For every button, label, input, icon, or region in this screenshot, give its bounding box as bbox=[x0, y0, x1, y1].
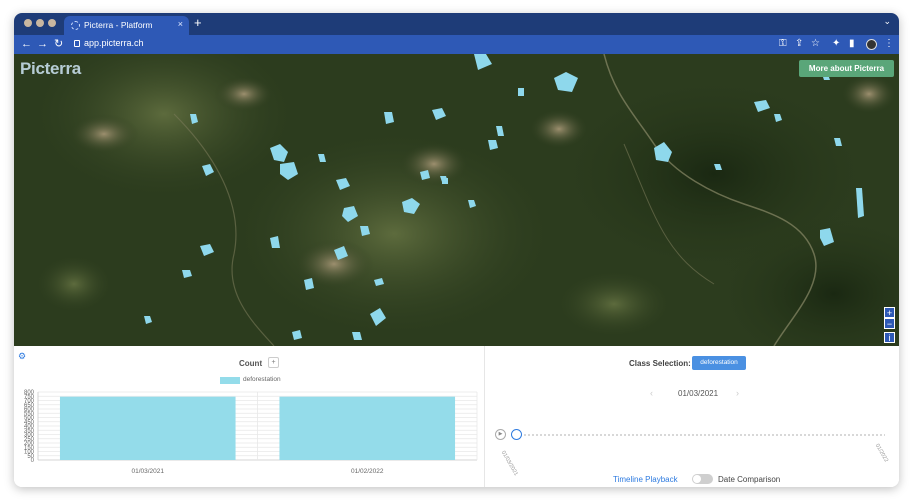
sidebar-icon[interactable]: ▮ bbox=[849, 38, 855, 50]
profile-avatar[interactable] bbox=[866, 39, 877, 50]
zoom-in-button[interactable]: + bbox=[884, 307, 895, 318]
forward-button[interactable]: → bbox=[37, 37, 48, 51]
browser-toolbar: ← → ↻ app.picterra.ch ⚿ ⇪ ☆ ✦ ▮ ⋮ bbox=[14, 35, 899, 54]
play-icon[interactable]: ▶ bbox=[495, 429, 506, 440]
class-selection-label: Class Selection: bbox=[629, 359, 691, 368]
legend-swatch[interactable] bbox=[220, 377, 240, 384]
count-bar-chart: 0501001502002503003504004505005506006507… bbox=[24, 390, 478, 475]
reload-button[interactable]: ↻ bbox=[54, 37, 63, 51]
star-icon[interactable]: ☆ bbox=[811, 38, 820, 50]
map-imagery bbox=[14, 54, 899, 346]
x-tick-label: 01/02/2022 bbox=[351, 468, 384, 475]
satellite-map[interactable]: Picterra More about Picterra + − i bbox=[14, 54, 899, 346]
current-date: 01/03/2021 bbox=[678, 389, 719, 398]
lock-icon bbox=[74, 40, 80, 47]
extensions-icon[interactable]: ✦ bbox=[832, 38, 840, 50]
y-tick-label: 800 bbox=[24, 390, 35, 396]
x-tick-label: 01/03/2021 bbox=[131, 468, 164, 475]
favicon-icon bbox=[71, 21, 80, 30]
browser-window: Picterra - Platform × + ⌄ ← → ↻ app.pict… bbox=[14, 13, 899, 487]
more-about-button[interactable]: More about Picterra bbox=[799, 60, 894, 77]
new-tab-button[interactable]: + bbox=[194, 15, 202, 31]
share-icon[interactable]: ⇪ bbox=[795, 38, 803, 50]
picterra-logo: Picterra bbox=[20, 59, 81, 78]
tab-strip: Picterra - Platform × + ⌄ bbox=[14, 13, 899, 35]
tab-picterra[interactable]: Picterra - Platform × bbox=[64, 16, 189, 35]
timeline-slider-handle[interactable] bbox=[511, 429, 522, 440]
class-selection-button[interactable]: deforestation bbox=[692, 356, 746, 370]
zoom-window-button[interactable] bbox=[48, 19, 56, 27]
timeline-playback-label[interactable]: Timeline Playback bbox=[613, 475, 678, 484]
timeline-track[interactable] bbox=[516, 434, 885, 436]
close-window-button[interactable] bbox=[24, 19, 32, 27]
minimize-window-button[interactable] bbox=[36, 19, 44, 27]
menu-icon[interactable]: ⋮ bbox=[884, 38, 894, 50]
settings-icon[interactable]: ⚙ bbox=[18, 351, 26, 362]
key-icon[interactable]: ⚿ bbox=[779, 38, 787, 50]
close-tab-icon[interactable]: × bbox=[178, 19, 183, 29]
info-button[interactable]: i bbox=[884, 332, 895, 343]
timeline-start-label: 01/03/2021 bbox=[499, 450, 519, 477]
next-date-icon[interactable]: › bbox=[736, 388, 739, 398]
tab-search-button[interactable]: ⌄ bbox=[883, 16, 891, 27]
chart-title: Count bbox=[239, 359, 263, 368]
previous-date-icon[interactable]: ‹ bbox=[650, 388, 653, 398]
legend-label[interactable]: deforestation bbox=[243, 376, 281, 383]
tab-title: Picterra - Platform bbox=[84, 20, 153, 30]
bar bbox=[59, 396, 236, 460]
timeline-panel: Class Selection: deforestation ‹ 01/03/2… bbox=[485, 346, 899, 487]
bar bbox=[279, 396, 456, 460]
chart-options-button[interactable]: + bbox=[268, 357, 279, 368]
count-chart-panel: ⚙ Count + deforestation 0 50 100 150 200 250 3… bbox=[14, 346, 485, 487]
date-comparison-toggle[interactable] bbox=[692, 474, 713, 484]
zoom-out-button[interactable]: − bbox=[884, 318, 895, 329]
timeline-end-label: 01/2022 bbox=[873, 443, 889, 464]
back-button[interactable]: ← bbox=[21, 37, 32, 51]
date-comparison-label[interactable]: Date Comparison bbox=[718, 475, 780, 484]
address-bar[interactable]: app.picterra.ch bbox=[84, 38, 144, 48]
